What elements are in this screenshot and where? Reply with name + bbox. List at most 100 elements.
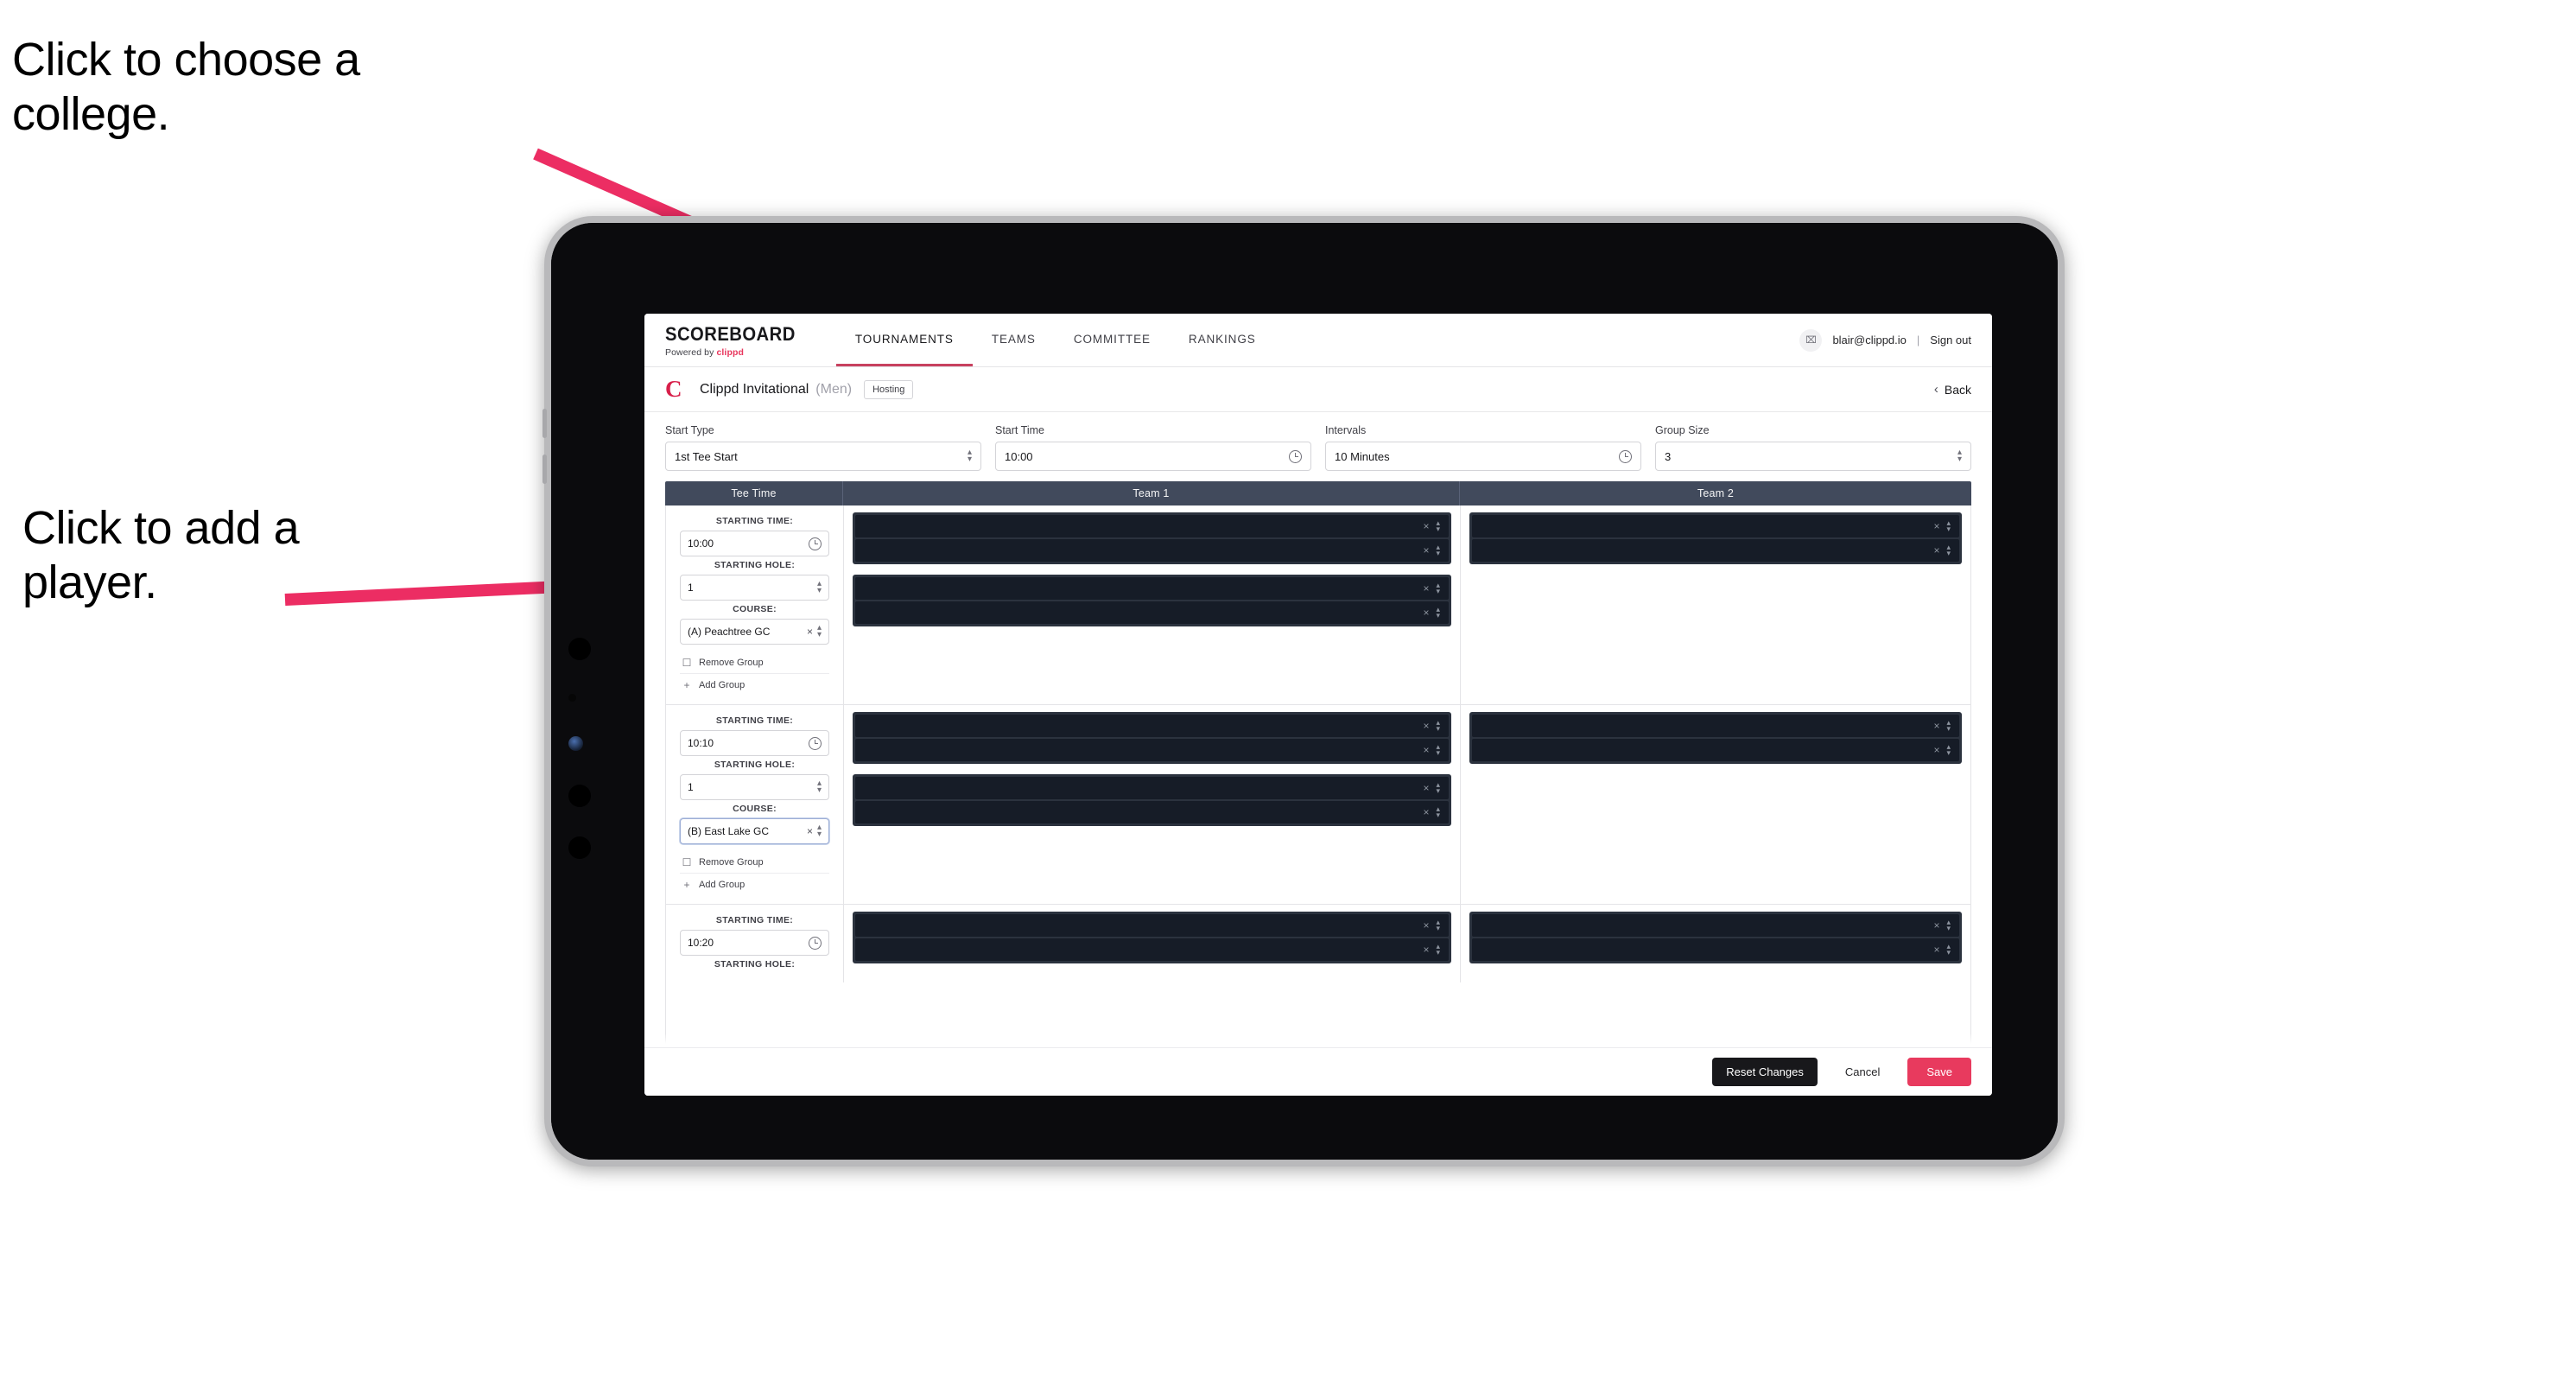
player-select-row[interactable]: × ▴ ▾ <box>1472 515 1959 537</box>
chevron-updown-icon[interactable]: ▴ ▾ <box>1436 581 1440 594</box>
remove-group-button[interactable]: ☐ Remove Group <box>680 652 829 673</box>
group-field-control[interactable]: 1 ▴ ▾ <box>680 575 829 601</box>
top-navigation-bar: SCOREBOARD Powered by clippd TOURNAMENTS… <box>644 314 1992 367</box>
chevron-updown-icon[interactable]: ▴ ▾ <box>1436 804 1440 818</box>
player-select-row[interactable]: × ▴ ▾ <box>855 938 1449 961</box>
player-select-row[interactable]: × ▴ ▾ <box>855 914 1449 937</box>
chevron-updown-icon[interactable]: ▴ ▾ <box>1946 718 1951 732</box>
add-group-button[interactable]: + Add Group <box>680 673 829 696</box>
player-group-block: × ▴ ▾ × ▴ ▾ <box>853 512 1451 564</box>
chevron-updown-icon[interactable]: ▴ ▾ <box>1436 543 1440 556</box>
group-field-control[interactable]: 10:20 <box>680 930 829 956</box>
tablet-device: SCOREBOARD Powered by clippd TOURNAMENTS… <box>542 216 2065 1167</box>
chevron-updown-icon[interactable]: ▴ ▾ <box>1436 780 1440 794</box>
device-sensor-dot <box>568 836 591 859</box>
device-volume-down-button[interactable] <box>542 455 547 484</box>
back-button[interactable]: ‹ Back <box>1934 382 1971 397</box>
chevron-updown-icon[interactable]: ▴ ▾ <box>1436 918 1440 931</box>
chevron-updown-icon[interactable]: ▴ ▾ <box>1946 942 1951 956</box>
group-size-stepper[interactable]: 3 ▴ ▾ <box>1655 442 1971 471</box>
chevron-updown-icon[interactable]: ▴ ▾ <box>1957 448 1962 463</box>
chevron-updown-icon[interactable]: ▴ ▾ <box>1946 918 1951 931</box>
player-select-row[interactable]: × ▴ ▾ <box>855 539 1449 562</box>
group-field-control[interactable]: (B) East Lake GC × ▴ ▾ <box>680 818 829 844</box>
clear-icon[interactable]: × <box>1423 607 1429 619</box>
chevron-updown-icon[interactable]: ▴ ▾ <box>817 579 822 594</box>
avatar[interactable]: ⌧ <box>1799 328 1823 352</box>
group-field-control[interactable]: (A) Peachtree GC × ▴ ▾ <box>680 619 829 645</box>
clock-icon[interactable] <box>1619 449 1632 463</box>
cancel-button[interactable]: Cancel <box>1831 1058 1894 1086</box>
clear-icon[interactable]: × <box>1423 944 1429 956</box>
clear-icon[interactable]: × <box>1423 520 1429 532</box>
device-mic-dot <box>568 694 576 702</box>
player-select-row[interactable]: × ▴ ▾ <box>1472 914 1959 937</box>
player-select-row[interactable]: × ▴ ▾ <box>855 801 1449 823</box>
player-select-row[interactable]: × ▴ ▾ <box>1472 739 1959 761</box>
player-select-row[interactable]: × ▴ ▾ <box>855 601 1449 624</box>
chevron-updown-icon[interactable]: ▴ ▾ <box>817 623 822 639</box>
clock-icon[interactable] <box>809 936 822 950</box>
clear-icon[interactable]: × <box>1423 744 1429 756</box>
sign-out-link[interactable]: Sign out <box>1930 334 1971 346</box>
clear-icon[interactable]: × <box>1423 806 1429 818</box>
nav-tab-committee[interactable]: COMMITTEE <box>1055 314 1170 366</box>
chevron-updown-icon[interactable]: ▴ ▾ <box>968 448 972 463</box>
remove-group-button[interactable]: ☐ Remove Group <box>680 851 829 873</box>
chevron-updown-icon[interactable]: ▴ ▾ <box>1946 742 1951 756</box>
intervals-field: Intervals 10 Minutes <box>1325 424 1641 471</box>
chevron-updown-icon[interactable]: ▴ ▾ <box>817 779 822 794</box>
chevron-updown-icon[interactable]: ▴ ▾ <box>817 823 822 838</box>
player-select-row[interactable]: × ▴ ▾ <box>855 739 1449 761</box>
clock-icon[interactable] <box>809 537 822 550</box>
player-select-row[interactable]: × ▴ ▾ <box>1472 938 1959 961</box>
intervals-input[interactable]: 10 Minutes <box>1325 442 1641 471</box>
group-field-control[interactable]: 1 ▴ ▾ <box>680 774 829 800</box>
clear-icon[interactable]: × <box>1423 782 1429 794</box>
group-field-control[interactable]: 10:00 <box>680 531 829 556</box>
start-time-input[interactable]: 10:00 <box>995 442 1311 471</box>
device-volume-up-button[interactable] <box>542 409 547 438</box>
clear-icon[interactable]: × <box>1423 919 1429 931</box>
annotation-choose-college: Click to choose a college. <box>12 34 360 141</box>
chevron-updown-icon[interactable]: ▴ ▾ <box>1436 718 1440 732</box>
group-field-control[interactable]: 10:10 <box>680 730 829 756</box>
chevron-updown-icon[interactable]: ▴ ▾ <box>1436 742 1440 756</box>
add-group-button-label: Add Group <box>699 880 746 890</box>
brand-logo[interactable]: SCOREBOARD Powered by clippd <box>665 314 836 366</box>
player-group-block: × ▴ ▾ × ▴ ▾ <box>853 712 1451 764</box>
add-group-button[interactable]: + Add Group <box>680 873 829 895</box>
chevron-updown-icon[interactable]: ▴ ▾ <box>1946 543 1951 556</box>
player-select-row[interactable]: × ▴ ▾ <box>1472 539 1959 562</box>
chevron-updown-icon[interactable]: ▴ ▾ <box>1436 518 1440 532</box>
chevron-updown-icon[interactable]: ▴ ▾ <box>1436 942 1440 956</box>
chevron-updown-icon[interactable]: ▴ ▾ <box>1436 605 1440 619</box>
nav-tabs: TOURNAMENTS TEAMS COMMITTEE RANKINGS <box>835 314 1275 366</box>
player-select-row[interactable]: × ▴ ▾ <box>1472 715 1959 737</box>
clear-icon[interactable]: × <box>1933 744 1939 756</box>
clear-icon[interactable]: × <box>1933 944 1939 956</box>
save-button[interactable]: Save <box>1907 1058 1971 1086</box>
clock-icon[interactable] <box>1289 449 1302 463</box>
clear-icon[interactable]: × <box>1933 520 1939 532</box>
start-type-select[interactable]: 1st Tee Start ▴ ▾ <box>665 442 981 471</box>
clock-icon[interactable] <box>809 736 822 750</box>
chevron-updown-icon[interactable]: ▴ ▾ <box>1946 518 1951 532</box>
reset-changes-button[interactable]: Reset Changes <box>1712 1058 1818 1086</box>
clear-icon[interactable]: × <box>1423 582 1429 594</box>
clear-icon[interactable]: × <box>1423 720 1429 732</box>
camera-icon <box>568 736 583 751</box>
player-select-row[interactable]: × ▴ ▾ <box>855 515 1449 537</box>
player-select-row[interactable]: × ▴ ▾ <box>855 777 1449 799</box>
clear-icon[interactable]: × <box>1933 720 1939 732</box>
nav-tab-teams[interactable]: TEAMS <box>973 314 1055 366</box>
clear-icon[interactable]: × <box>1423 544 1429 556</box>
nav-tab-tournaments[interactable]: TOURNAMENTS <box>835 314 973 366</box>
player-select-row[interactable]: × ▴ ▾ <box>855 715 1449 737</box>
nav-tab-rankings[interactable]: RANKINGS <box>1170 314 1275 366</box>
clear-icon[interactable]: × <box>1933 544 1939 556</box>
clear-icon[interactable]: × <box>1933 919 1939 931</box>
clear-icon[interactable]: × <box>807 626 813 638</box>
player-select-row[interactable]: × ▴ ▾ <box>855 577 1449 600</box>
clear-icon[interactable]: × <box>807 825 813 837</box>
